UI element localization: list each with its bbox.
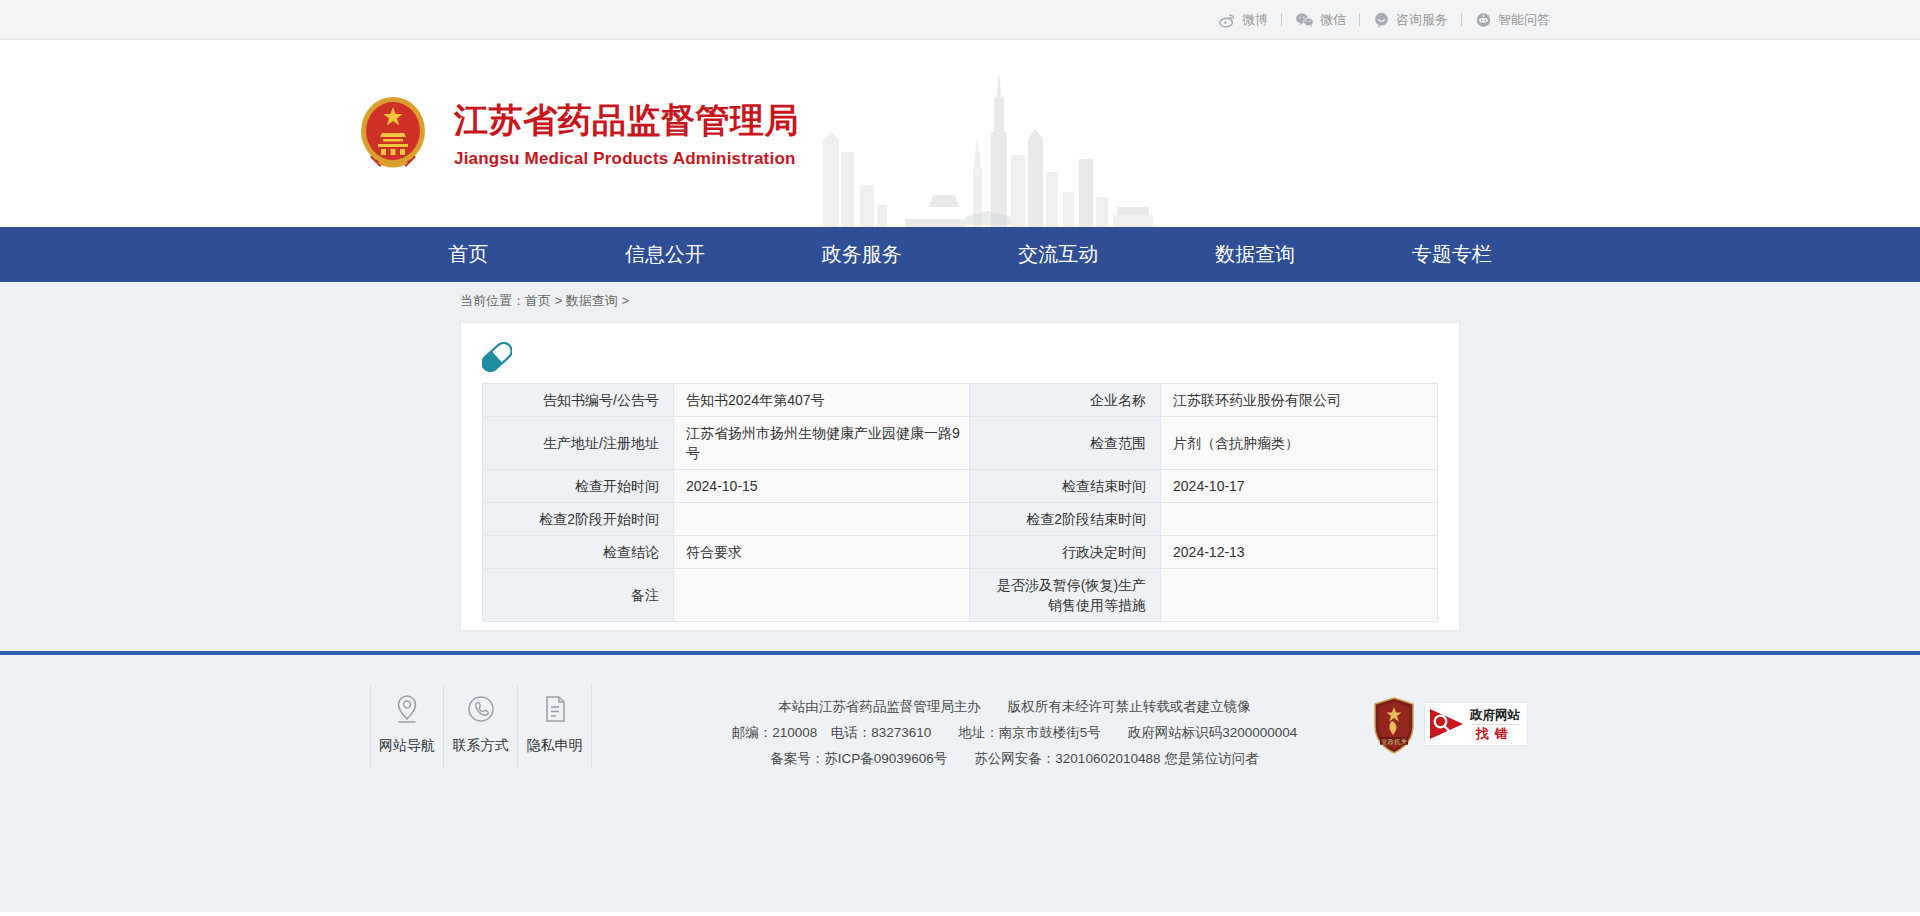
row-label: 行政决定时间: [970, 536, 1161, 569]
breadcrumb: 当前位置：首页 > 数据查询 >: [460, 282, 1460, 310]
row-label: 检查范围: [970, 417, 1161, 470]
footer-contact[interactable]: 联系方式: [444, 685, 518, 769]
row-label: 检查2阶段开始时间: [483, 503, 674, 536]
breadcrumb-section-link[interactable]: 数据查询: [566, 293, 618, 308]
breadcrumb-prefix: 当前位置：: [460, 293, 525, 308]
row-value: 江苏省扬州市扬州生物健康产业园健康一路9号: [674, 417, 970, 470]
row-label: 是否涉及暂停(恢复)生产销售使用等措施: [970, 569, 1161, 622]
table-row: 告知书编号/公告号 告知书2024年第407号 企业名称 江苏联环药业股份有限公…: [483, 384, 1438, 417]
footer-privacy-label: 隐私申明: [527, 737, 583, 755]
breadcrumb-home-link[interactable]: 首页: [525, 293, 551, 308]
party-gov-badge-label: 党政机关: [1381, 738, 1408, 746]
topbar-weibo-label: 微博: [1242, 11, 1268, 29]
wechat-icon: [1295, 12, 1314, 28]
footer-contact-label: 联系方式: [453, 737, 509, 755]
row-value: 2024-10-17: [1161, 470, 1438, 503]
nav-special-topics[interactable]: 专题专栏: [1353, 227, 1550, 282]
table-row: 备注 是否涉及暂停(恢复)生产销售使用等措施: [483, 569, 1438, 622]
topbar-wechat[interactable]: 微信: [1282, 11, 1359, 29]
nav-data-query[interactable]: 数据查询: [1157, 227, 1354, 282]
footer-line-1: 本站由江苏省药品监督管理局主办 版权所有未经许可禁止转载或者建立镜像: [656, 694, 1373, 720]
party-gov-badge[interactable]: 党政机关: [1373, 697, 1415, 755]
nav-gov-services[interactable]: 政务服务: [763, 227, 960, 282]
table-row: 检查开始时间 2024-10-15 检查结束时间 2024-10-17: [483, 470, 1438, 503]
topbar-wechat-label: 微信: [1320, 11, 1346, 29]
site-title-en: Jiangsu Medical Products Administration: [454, 149, 799, 169]
main-content: 当前位置：首页 > 数据查询 > 告知书编号/公告号 告知书2024年第407号…: [0, 282, 1920, 651]
consult-service-icon: [1373, 12, 1390, 28]
row-label: 检查开始时间: [483, 470, 674, 503]
row-label: 生产地址/注册地址: [483, 417, 674, 470]
footer-info: 本站由江苏省药品监督管理局主办 版权所有未经许可禁止转载或者建立镜像 邮编：21…: [656, 685, 1373, 772]
capsule-icon: [482, 342, 512, 372]
main-nav: 首页 信息公开 政务服务 交流互动 数据查询 专题专栏: [0, 227, 1920, 282]
breadcrumb-sep2: >: [621, 293, 629, 308]
privacy-doc-icon: [540, 693, 570, 725]
site-map-icon: [392, 693, 422, 725]
national-emblem: [358, 95, 428, 173]
footer: 网站导航 联系方式 隐私申明 本站由江苏省药品监督管理局主办 版权所有未经许可禁…: [0, 655, 1920, 912]
topbar-consult-label: 咨询服务: [1396, 11, 1448, 29]
topbar-smart-qa[interactable]: 智能问答: [1462, 11, 1550, 29]
nav-info-disclosure[interactable]: 信息公开: [567, 227, 764, 282]
row-value: 2024-12-13: [1161, 536, 1438, 569]
row-value: [674, 503, 970, 536]
site-title: 江苏省药品监督管理局: [454, 98, 799, 144]
footer-line-2: 邮编：210008 电话：83273610 地址：南京市鼓楼街5号 政府网站标识…: [656, 720, 1373, 746]
topbar: 微博 微信 咨询服务: [0, 0, 1920, 40]
inspection-detail-table: 告知书编号/公告号 告知书2024年第407号 企业名称 江苏联环药业股份有限公…: [482, 383, 1438, 622]
footer-privacy[interactable]: 隐私申明: [518, 685, 592, 769]
detail-panel: 告知书编号/公告号 告知书2024年第407号 企业名称 江苏联环药业股份有限公…: [460, 322, 1460, 631]
row-label: 备注: [483, 569, 674, 622]
footer-site-map[interactable]: 网站导航: [370, 685, 444, 769]
row-value: 2024-10-15: [674, 470, 970, 503]
footer-quick-links: 网站导航 联系方式 隐私申明: [370, 685, 592, 769]
row-value: [674, 569, 970, 622]
table-row: 检查结论 符合要求 行政决定时间 2024-12-13: [483, 536, 1438, 569]
topbar-consult-service[interactable]: 咨询服务: [1360, 11, 1461, 29]
table-row: 检查2阶段开始时间 检查2阶段结束时间: [483, 503, 1438, 536]
row-value: [1161, 569, 1438, 622]
row-label: 告知书编号/公告号: [483, 384, 674, 417]
row-label: 企业名称: [970, 384, 1161, 417]
error-report-badge-bottom: 找错: [1475, 726, 1514, 741]
error-report-badge[interactable]: 政府网站 找错: [1424, 702, 1528, 746]
row-value: 符合要求: [674, 536, 970, 569]
row-label: 检查结论: [483, 536, 674, 569]
row-value: 告知书2024年第407号: [674, 384, 970, 417]
row-value: 片剂（含抗肿瘤类）: [1161, 417, 1438, 470]
contact-phone-icon: [466, 693, 496, 725]
breadcrumb-sep: >: [555, 293, 563, 308]
footer-site-map-label: 网站导航: [379, 737, 435, 755]
row-value: [1161, 503, 1438, 536]
table-row: 生产地址/注册地址 江苏省扬州市扬州生物健康产业园健康一路9号 检查范围 片剂（…: [483, 417, 1438, 470]
topbar-weibo[interactable]: 微博: [1205, 11, 1281, 29]
row-value: 江苏联环药业股份有限公司: [1161, 384, 1438, 417]
topbar-smart-qa-label: 智能问答: [1498, 11, 1550, 29]
nav-interaction[interactable]: 交流互动: [960, 227, 1157, 282]
weibo-icon: [1218, 12, 1236, 28]
site-header: 江苏省药品监督管理局 Jiangsu Medical Products Admi…: [0, 40, 1920, 227]
nav-home[interactable]: 首页: [370, 227, 567, 282]
smart-qa-icon: [1475, 12, 1492, 28]
error-report-badge-top: 政府网站: [1469, 708, 1521, 722]
row-label: 检查结束时间: [970, 470, 1161, 503]
footer-line-3: 备案号：苏ICP备09039606号 苏公网安备：32010602010488 …: [656, 746, 1373, 772]
row-label: 检查2阶段结束时间: [970, 503, 1161, 536]
